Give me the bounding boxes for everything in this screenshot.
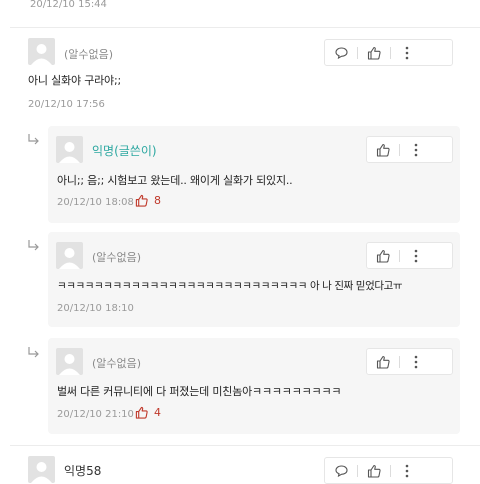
more-button[interactable] — [400, 243, 432, 268]
kebab-menu-icon — [414, 249, 418, 262]
reply-button[interactable] — [325, 458, 357, 483]
kebab-menu-icon — [414, 355, 418, 368]
more-button[interactable] — [391, 40, 423, 65]
kebab-menu-icon — [405, 464, 409, 477]
divider — [10, 27, 480, 28]
speech-bubble-icon — [334, 46, 348, 59]
thumbs-up-icon — [367, 464, 381, 478]
thumbs-up-icon — [376, 143, 390, 157]
avatar — [56, 242, 83, 269]
comment-timestamp: 20/12/10 17:56 — [28, 99, 105, 110]
thumbs-up-icon — [376, 355, 390, 369]
reply-actions — [366, 348, 453, 375]
like-count-value: 4 — [154, 406, 161, 419]
avatar — [28, 38, 55, 65]
kebab-menu-icon — [405, 46, 409, 59]
reply-arrow-icon — [28, 134, 39, 145]
like-button[interactable] — [367, 349, 399, 374]
reply-arrow-icon — [28, 347, 39, 358]
reply-button[interactable] — [325, 40, 357, 65]
comment-text: 아니 실화야 구라야;; — [28, 74, 121, 87]
reply-timestamp: 20/12/10 21:10 — [57, 409, 134, 420]
like-button[interactable] — [367, 243, 399, 268]
reply-timestamp: 20/12/10 18:10 — [57, 303, 134, 314]
like-button[interactable] — [367, 137, 399, 162]
comment-actions — [324, 39, 453, 66]
more-button[interactable] — [400, 137, 432, 162]
reply-actions — [366, 136, 453, 163]
avatar — [56, 348, 83, 375]
comment-author[interactable]: 익명58 — [64, 462, 101, 479]
like-button[interactable] — [358, 40, 390, 65]
thumbs-up-icon — [135, 406, 148, 419]
avatar — [28, 456, 55, 483]
more-button[interactable] — [391, 458, 423, 483]
more-button[interactable] — [400, 349, 432, 374]
reply: 익명(글쓴이) 아니;; 음;; 시험보고 왔는데.. 왜이게 실화가 되있지.… — [48, 126, 460, 223]
divider — [10, 445, 480, 446]
reply-author[interactable]: (알수없음) — [92, 249, 141, 265]
like-count: 8 — [135, 194, 161, 207]
like-button[interactable] — [358, 458, 390, 483]
thumbs-up-icon — [367, 46, 381, 60]
reply: (알수없음) 벌써 다른 커뮤니티에 다 퍼졌는데 미친놈아ㅋㅋㅋㅋㅋㅋㅋㅋㅋ … — [48, 338, 460, 434]
kebab-menu-icon — [414, 143, 418, 156]
like-count: 4 — [135, 406, 161, 419]
comment-author[interactable]: (알수없음) — [64, 46, 113, 62]
like-count-value: 8 — [154, 194, 161, 207]
reply-text: 아니;; 음;; 시험보고 왔는데.. 왜이게 실화가 되있지.. — [57, 174, 293, 187]
reply-arrow-icon — [28, 240, 39, 251]
reply: (알수없음) ㅋㅋㅋㅋㅋㅋㅋㅋㅋㅋㅋㅋㅋㅋㅋㅋㅋㅋㅋㅋㅋㅋㅋㅋㅋㅋㅋ 아 나 진… — [48, 232, 460, 327]
thumbs-up-icon — [376, 249, 390, 263]
speech-bubble-icon — [334, 464, 348, 477]
reply-actions — [366, 242, 453, 269]
reply-timestamp: 20/12/10 18:08 — [57, 197, 134, 208]
reply-text: ㅋㅋㅋㅋㅋㅋㅋㅋㅋㅋㅋㅋㅋㅋㅋㅋㅋㅋㅋㅋㅋㅋㅋㅋㅋㅋㅋ 아 나 진짜 믿었다고ㅠ — [57, 280, 403, 292]
avatar — [56, 136, 83, 163]
reply-author-op[interactable]: 익명(글쓴이) — [92, 142, 157, 159]
previous-comment-timestamp: 20/12/10 15:44 — [30, 0, 107, 10]
thumbs-up-icon — [135, 194, 148, 207]
reply-author[interactable]: (알수없음) — [92, 355, 141, 371]
reply-text: 벌써 다른 커뮤니티에 다 퍼졌는데 미친놈아ㅋㅋㅋㅋㅋㅋㅋㅋㅋ — [57, 385, 342, 398]
